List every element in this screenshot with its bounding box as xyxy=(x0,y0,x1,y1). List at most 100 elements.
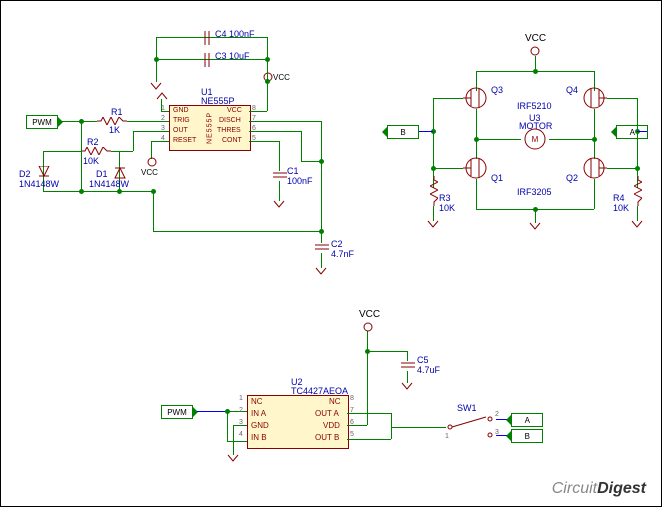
wire xyxy=(249,121,321,122)
wire xyxy=(347,425,367,426)
wire xyxy=(433,98,463,99)
wire xyxy=(133,131,134,151)
cap-c3 xyxy=(201,53,213,69)
r2-ref: R2 xyxy=(87,137,99,147)
resistor-r1 xyxy=(97,117,127,125)
junction xyxy=(265,57,270,62)
pin6-label: THRES xyxy=(217,127,241,134)
r4-ref: R4 xyxy=(613,193,625,203)
pin1-label: GND xyxy=(173,107,189,114)
q2-ref: Q2 xyxy=(566,173,578,183)
chip-marking: NE555P xyxy=(207,112,214,144)
mosfet-q3 xyxy=(463,86,489,110)
cap-c1 xyxy=(273,169,287,183)
port-label: B xyxy=(400,128,405,137)
wire xyxy=(391,413,392,427)
gnd-icon xyxy=(149,81,163,91)
vcc-label: VCC xyxy=(525,33,546,44)
r1-ref: R1 xyxy=(111,107,123,117)
pin3-label: GND xyxy=(251,421,269,430)
port-label: PWM xyxy=(167,408,187,417)
junction xyxy=(117,189,122,194)
vcc-icon xyxy=(146,156,158,168)
wire xyxy=(111,151,119,152)
pin-num: 2 xyxy=(239,407,243,414)
resistor-r2 xyxy=(81,147,111,155)
wire xyxy=(227,441,247,442)
wire xyxy=(301,131,302,161)
pin8-label: NC xyxy=(329,397,341,406)
junction xyxy=(154,57,159,62)
pin7-label: OUT A xyxy=(315,409,339,418)
port-a-out: A xyxy=(511,413,543,427)
pin-num: 4 xyxy=(239,431,243,438)
pin3-label: OUT xyxy=(173,127,188,134)
port-label: PWM xyxy=(32,118,52,127)
c5-val: 4.7uF xyxy=(417,365,440,375)
wire xyxy=(594,179,595,209)
port-b-in: B xyxy=(387,125,419,139)
wire xyxy=(419,131,433,132)
wire xyxy=(391,427,392,439)
mosfet-q1 xyxy=(463,156,489,180)
pin4-label: RESET xyxy=(173,137,196,144)
wire xyxy=(433,168,463,169)
junction xyxy=(225,409,230,414)
switch-sw1 xyxy=(446,413,496,441)
pin2-label: TRIG xyxy=(173,117,190,124)
pin-num: 1 xyxy=(239,395,243,402)
c4-ref: C4 xyxy=(215,29,227,39)
port-a-in: A xyxy=(616,125,648,139)
gnd-icon xyxy=(426,219,440,229)
c3-val: 10uF xyxy=(229,51,250,61)
pin-num: 2 xyxy=(161,115,165,122)
logo: CircuitDigest xyxy=(552,480,646,498)
pin-num: 3 xyxy=(161,125,165,132)
c5-ref: C5 xyxy=(417,355,429,365)
c1-ref: C1 xyxy=(287,166,299,176)
sw1-ref: SW1 xyxy=(457,403,477,413)
junction xyxy=(151,189,156,194)
wire xyxy=(43,191,153,192)
wire xyxy=(267,81,268,111)
wire xyxy=(367,331,368,425)
pin8-label: VCC xyxy=(227,107,242,114)
junction xyxy=(319,159,324,164)
mosfet-q2 xyxy=(581,156,607,180)
wire xyxy=(43,151,81,152)
wire xyxy=(249,131,301,132)
pin-num: 8 xyxy=(350,395,354,402)
d2-ref: D2 xyxy=(19,169,31,179)
wire xyxy=(594,109,595,139)
gnd-icon xyxy=(528,221,542,231)
pin-num: 5 xyxy=(350,431,354,438)
logo-a: Circuit xyxy=(552,480,597,497)
vcc-label: VCC xyxy=(141,168,158,177)
port-label: A xyxy=(524,416,529,425)
d1-val: 1N4148W xyxy=(89,179,129,189)
wire xyxy=(347,413,391,414)
vcc-label: VCC xyxy=(273,73,290,82)
wire xyxy=(153,191,154,231)
svg-text:M: M xyxy=(532,135,539,144)
gnd-icon xyxy=(226,453,240,463)
r1-val: 1K xyxy=(109,125,120,135)
gnd-icon xyxy=(314,266,328,276)
port-pwm-in-2: PWM xyxy=(161,405,193,419)
c1-val: 100nF xyxy=(287,176,313,186)
wire xyxy=(347,439,391,440)
port-pwm-in-1: PWM xyxy=(26,115,58,129)
c3-ref: C3 xyxy=(215,51,227,61)
pin5-label: CONT xyxy=(222,137,242,144)
vcc-icon xyxy=(362,321,374,333)
pin4-label: IN B xyxy=(251,433,267,442)
wire xyxy=(301,161,321,162)
pin2-label: IN A xyxy=(251,409,266,418)
wire xyxy=(227,411,228,441)
c2-val: 4.7nF xyxy=(331,249,354,259)
pin6-label: VDD xyxy=(323,421,340,430)
irf5210-label: IRF5210 xyxy=(517,101,552,111)
wire xyxy=(607,168,637,169)
c4-val: 100nF xyxy=(229,29,255,39)
resistor-r4 xyxy=(634,176,642,206)
